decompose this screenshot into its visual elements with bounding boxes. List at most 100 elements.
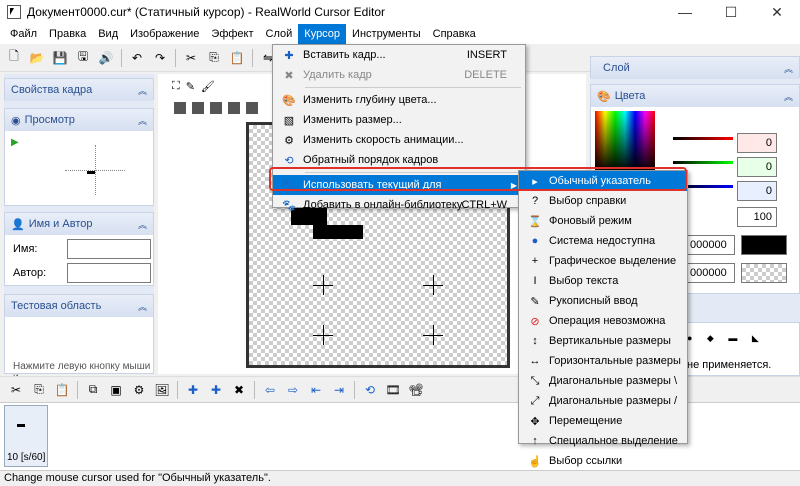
menu-file[interactable]: Файл [4, 24, 43, 44]
save-icon[interactable]: 💾 [50, 48, 70, 68]
duplicate-frame-icon[interactable]: ⧉ [83, 380, 103, 400]
submenu-item-unavailable[interactable]: ⊘ Операция невозможна [519, 311, 687, 331]
menu-item-online-library[interactable]: 🐾 Добавить в онлайн-библиотеку CTRL+W [273, 195, 525, 215]
panel-header[interactable]: Свойства кадра ︽ [5, 79, 153, 101]
panel-header[interactable]: Слой ︽ [591, 57, 799, 79]
film-export-icon[interactable]: 📽 [406, 380, 426, 400]
primary-color-swatch[interactable] [741, 235, 787, 255]
panel-header[interactable]: Тестовая область ︽ [5, 295, 153, 317]
sound-icon[interactable]: 🔊 [96, 48, 116, 68]
move-left-icon[interactable]: ⇦ [260, 380, 280, 400]
brush-size-swatch[interactable] [210, 102, 222, 114]
blue-value[interactable]: 0 [737, 181, 777, 201]
submenu-item-help-select[interactable]: ? Выбор справки [519, 191, 687, 211]
move-last-icon[interactable]: ⇥ [329, 380, 349, 400]
preview-cursor-image [87, 171, 95, 174]
select-tool-icon[interactable]: ⛶ [172, 80, 180, 93]
insert-frame-icon[interactable]: ✚ [206, 380, 226, 400]
move-right-icon[interactable]: ⇨ [283, 380, 303, 400]
maximize-button[interactable]: ☐ [708, 0, 754, 24]
green-value[interactable]: 0 [737, 157, 777, 177]
brush-size-swatch[interactable] [246, 102, 258, 114]
play-icon[interactable]: ▶ [11, 137, 19, 148]
horizontal-resize-icon: ↔ [529, 355, 541, 367]
panel-header[interactable]: ◉ Просмотр ︽ [5, 109, 153, 131]
menu-tools[interactable]: Инструменты [346, 24, 427, 44]
submenu-item-text-select[interactable]: I Выбор текста [519, 271, 687, 291]
paste-frame-icon[interactable]: 📋 [52, 380, 72, 400]
submenu-item-alternate-select[interactable]: ↑ Специальное выделение [519, 431, 687, 451]
paste-icon[interactable]: 📋 [227, 48, 247, 68]
menu-layer[interactable]: Слой [260, 24, 299, 44]
move-first-icon[interactable]: ⇤ [306, 380, 326, 400]
submenu-item-handwriting[interactable]: ✎ Рукописный ввод [519, 291, 687, 311]
cut-frame-icon[interactable]: ✂ [6, 380, 26, 400]
color-spectrum[interactable] [595, 111, 655, 171]
alpha-value[interactable]: 100 [737, 207, 777, 227]
status-bar: Change mouse cursor used for "Обычный ук… [0, 470, 800, 486]
brush-tool-icon[interactable]: 🖌 [201, 80, 215, 93]
brush-size-swatch[interactable] [228, 102, 240, 114]
menu-help[interactable]: Справка [427, 24, 482, 44]
submenu-item-move[interactable]: ✥ Перемещение [519, 411, 687, 431]
collapse-chevron-icon[interactable]: ︽ [784, 62, 793, 75]
submenu-item-horizontal-resize[interactable]: ↔ Горизонтальные размеры [519, 351, 687, 371]
submenu-item-diagonal-resize-1[interactable]: ⤡ Диагональные размеры \ [519, 371, 687, 391]
save-as-icon[interactable]: 🖫 [73, 48, 93, 68]
menu-effect[interactable]: Эффект [205, 24, 259, 44]
secondary-color-hex[interactable]: 000000 [687, 263, 735, 283]
collapse-chevron-icon[interactable]: ︽ [138, 84, 147, 97]
menu-edit[interactable]: Правка [43, 24, 92, 44]
add-frame-icon[interactable]: ✚ [183, 380, 203, 400]
green-slider[interactable] [673, 161, 733, 164]
copy-icon[interactable]: ⎘ [204, 48, 224, 68]
submenu-item-diagonal-resize-2[interactable]: ⤢ Диагональные размеры / [519, 391, 687, 411]
new-file-icon[interactable]: 🗋 [4, 48, 24, 68]
preview-crosshair [65, 170, 125, 171]
brush-size-swatch[interactable] [174, 102, 186, 114]
undo-icon[interactable]: ↶ [127, 48, 147, 68]
red-slider[interactable] [673, 137, 733, 140]
animation-settings-icon[interactable]: ⚙ [129, 380, 149, 400]
menu-item-resize[interactable]: ▧ Изменить размер... [273, 110, 525, 130]
menu-item-animation-speed[interactable]: ⚙ Изменить скорость анимации... [273, 130, 525, 150]
film-icon[interactable]: 🎞 [383, 380, 403, 400]
menu-image[interactable]: Изображение [124, 24, 205, 44]
cut-icon[interactable]: ✂ [181, 48, 201, 68]
menu-item-insert-frame[interactable]: ✚ Вставить кадр... INSERT [273, 45, 525, 65]
author-field[interactable] [67, 263, 151, 283]
menu-cursor[interactable]: Курсор [298, 24, 347, 44]
menu-item-delete-frame[interactable]: ✖ Удалить кадр DELETE [273, 65, 525, 85]
frame-props-icon[interactable]: ▣ [106, 380, 126, 400]
submenu-item-background[interactable]: ⌛ Фоновый режим [519, 211, 687, 231]
submenu-item-precision[interactable]: + Графическое выделение [519, 251, 687, 271]
collapse-chevron-icon[interactable]: ︽ [784, 90, 793, 103]
submenu-item-vertical-resize[interactable]: ↕ Вертикальные размеры [519, 331, 687, 351]
collapse-chevron-icon[interactable]: ︽ [138, 114, 147, 127]
menu-item-color-depth[interactable]: 🎨 Изменить глубину цвета... [273, 90, 525, 110]
submenu-item-link-select[interactable]: ☝ Выбор ссылки [519, 451, 687, 471]
frame-thumbnail[interactable]: 10 [s/60] [4, 405, 48, 467]
redo-icon[interactable]: ↷ [150, 48, 170, 68]
minimize-button[interactable]: — [662, 0, 708, 24]
close-button[interactable]: ✕ [754, 0, 800, 24]
primary-color-hex[interactable]: 000000 [687, 235, 735, 255]
copy-frame-icon[interactable]: ⎘ [29, 380, 49, 400]
brush-size-swatch[interactable] [192, 102, 204, 114]
pencil-tool-icon[interactable]: ✎ [186, 80, 195, 93]
submenu-item-busy[interactable]: ● Система недоступна [519, 231, 687, 251]
collapse-chevron-icon[interactable]: ︽ [138, 218, 147, 231]
menu-view[interactable]: Вид [92, 24, 124, 44]
reverse-icon[interactable]: ⟲ [360, 380, 380, 400]
collapse-chevron-icon[interactable]: ︽ [138, 300, 147, 313]
panel-header[interactable]: 👤 Имя и Автор ︽ [5, 213, 153, 235]
frame-image-icon[interactable]: 🖼 [152, 380, 172, 400]
test-area-title: Тестовая область [11, 300, 102, 312]
name-field[interactable] [67, 239, 151, 259]
open-folder-icon[interactable]: 📂 [27, 48, 47, 68]
secondary-color-swatch[interactable] [741, 263, 787, 283]
delete-frame-icon[interactable]: ✖ [229, 380, 249, 400]
brush-shapes[interactable]: ● ◆ ▬ ◣ [687, 333, 765, 344]
panel-header[interactable]: 🎨 Цвета ︽ [591, 85, 799, 107]
red-value[interactable]: 0 [737, 133, 777, 153]
